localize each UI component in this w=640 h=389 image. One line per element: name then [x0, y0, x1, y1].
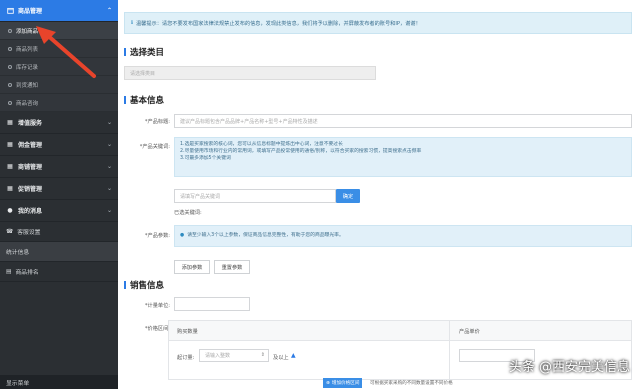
sidebar-item-label: 商品咨询	[16, 100, 39, 107]
circle-icon	[8, 46, 12, 51]
category-select[interactable]: 请选择类目	[124, 66, 376, 80]
grid-icon: ▦	[7, 163, 13, 170]
sidebar-group-label: 促销管理	[18, 186, 43, 193]
sidebar: 商品管理 ⌃ 添加商品 商品列表 库存记录 到货通知 商品咨询 ▦ 增值服务 ⌄ ▦…	[0, 0, 118, 389]
chevron-down-icon: ⌄	[106, 163, 112, 170]
sidebar-item-stock-log[interactable]: 库存记录	[0, 58, 118, 76]
column-header-price: 产品单价	[459, 329, 480, 335]
min-order-suffix: 及以上	[273, 355, 289, 361]
unit-input[interactable]	[174, 297, 250, 311]
keyword-tip-line: 3.可最多添加5个关键词	[180, 156, 231, 162]
grid-icon: ▦	[7, 141, 13, 148]
circle-icon	[8, 100, 12, 105]
sidebar-group-promotion[interactable]: ▦ 促销管理 ⌄	[0, 178, 118, 200]
sidebar-item-label: 客服设置	[17, 230, 41, 236]
params-tip-text: 请至少输入3个以上参数，保证商品信息完整性，有助于您的商品曝光率。	[187, 233, 344, 239]
keyword-confirm-button[interactable]: 确定	[336, 189, 360, 203]
sidebar-item-goods-list[interactable]: 商品列表	[0, 40, 118, 58]
sidebar-item-label: 库存记录	[16, 64, 39, 71]
sidebar-item-add-goods[interactable]: 添加商品	[0, 22, 118, 40]
sidebar-item-goods-rank[interactable]: ▤ 商品排名	[0, 262, 118, 282]
add-price-label: 增加价格区间	[331, 381, 360, 386]
notice-text: 温馨提示：请您不要发布国家法律法规禁止发布的信息，发现此类信息，我们将予以删除，…	[135, 20, 421, 27]
sidebar-group-label: 增值服务	[18, 120, 43, 127]
min-order-label: 起订量:	[177, 355, 195, 361]
notice-banner: ℹ 温馨提示：请您不要发布国家法律法规禁止发布的信息，发现此类信息，我们将予以删…	[124, 12, 632, 34]
chevron-up-icon: ⌃	[106, 7, 112, 14]
chevron-down-icon: ⌄	[106, 119, 112, 126]
plus-icon: ⊕	[326, 380, 330, 386]
sidebar-item-arrival-notice[interactable]: 到货通知	[0, 76, 118, 94]
sidebar-item-label: 到货通知	[16, 82, 39, 89]
add-param-button[interactable]: 添加参数	[174, 260, 210, 274]
unit-label: *计量单位:	[144, 303, 170, 309]
list-icon: ▤	[6, 268, 12, 275]
warning-icon: ▲	[291, 352, 296, 359]
chevron-down-icon: ⌄	[106, 141, 112, 148]
params-label: *产品参数:	[144, 233, 170, 239]
sidebar-group-label: 商品管理	[18, 8, 43, 15]
sidebar-item-cs-settings[interactable]: ☎ 客服设置	[0, 222, 118, 242]
circle-icon	[8, 28, 12, 33]
keyword-tips: 1.选是买家搜索的核心词，您可以从信息标题中提炼出中心词，注意不要过长 2.尽量…	[174, 137, 632, 177]
keyword-tip-line: 1.选是买家搜索的核心词，您可以从信息标题中提炼出中心词，注意不要过长	[180, 142, 343, 147]
show-menu-toggle[interactable]: 显示菜单	[0, 375, 118, 389]
grid-icon: ▦	[7, 119, 13, 126]
circle-icon	[8, 64, 12, 69]
keyword-input[interactable]: 请填写产品关键词	[174, 189, 336, 203]
sidebar-group-shop[interactable]: ▦ 商铺管理 ⌄	[0, 156, 118, 178]
stepper-icon[interactable]: ⇕	[261, 352, 265, 358]
reset-param-button[interactable]: 重置参数	[214, 260, 250, 274]
circle-icon	[8, 82, 12, 87]
section-title-basic: 基本信息	[124, 94, 164, 106]
headset-icon: ☎	[6, 228, 14, 235]
sidebar-item-label: 商品排名	[15, 270, 39, 276]
product-name-label: *产品标题:	[144, 119, 170, 125]
sidebar-item-label: 商品列表	[16, 46, 39, 53]
sidebar-group-label: 我的消息	[18, 208, 43, 215]
box-icon	[6, 7, 14, 15]
chevron-down-icon: ⌄	[106, 207, 112, 214]
min-order-input[interactable]: 请输入整数 ⇕	[199, 349, 269, 362]
sidebar-item-label: 统计信息	[6, 250, 30, 256]
grid-icon: ▦	[7, 185, 13, 192]
main-content: ℹ 温馨提示：请您不要发布国家法律法规禁止发布的信息，发现此类信息，我们将予以删…	[118, 0, 640, 389]
info-icon: ●	[180, 233, 185, 239]
keywords-label: *产品关键词:	[139, 144, 170, 150]
section-title-sales: 销售信息	[124, 279, 164, 291]
sidebar-item-stats[interactable]: 统计信息	[0, 242, 118, 262]
show-menu-label: 显示菜单	[6, 380, 30, 387]
params-tip: ● 请至少输入3个以上参数，保证商品信息完整性，有助于您的商品曝光率。	[174, 225, 632, 247]
sidebar-item-label: 添加商品	[16, 28, 39, 35]
selected-keywords-label: 已选关键词:	[174, 210, 202, 216]
sidebar-group-label: 商铺管理	[18, 164, 43, 171]
watermark-text: 头条 @西安完美信息	[508, 360, 630, 375]
sidebar-group-label: 佣金管理	[18, 142, 43, 149]
add-price-range-button[interactable]: ⊕ 增加价格区间	[323, 378, 363, 388]
min-order-placeholder: 请输入整数	[205, 353, 231, 359]
keyword-tip-line: 2.尽量使用市场和行业内的常用词，或填写产品投常使用的通俗/别称，以符合买家的搜…	[180, 149, 422, 155]
product-name-input[interactable]: 建议产品标题包含产品品牌+产品名称+型号+产品特性及描述	[174, 114, 632, 128]
chevron-down-icon: ⌄	[106, 185, 112, 192]
sidebar-group-messages[interactable]: ● 我的消息 ⌄	[0, 200, 118, 222]
bell-icon: ●	[7, 207, 13, 214]
sidebar-group-value-added[interactable]: ▦ 增值服务 ⌄	[0, 112, 118, 134]
sidebar-item-goods-consult[interactable]: 商品咨询	[0, 94, 118, 112]
sidebar-group-commission[interactable]: ▦ 佣金管理 ⌄	[0, 134, 118, 156]
sidebar-group-goods[interactable]: 商品管理 ⌃	[0, 0, 118, 22]
add-price-note: 可根据买家采购的不同数量设置不同价格	[370, 381, 453, 386]
section-title-category: 选择类目	[124, 46, 164, 58]
price-range-label: *价格区间:	[144, 326, 170, 332]
column-header-qty: 购买数量	[177, 329, 198, 335]
table-header: 购买数量 产品单价	[169, 321, 631, 341]
info-icon: ℹ	[131, 20, 133, 26]
